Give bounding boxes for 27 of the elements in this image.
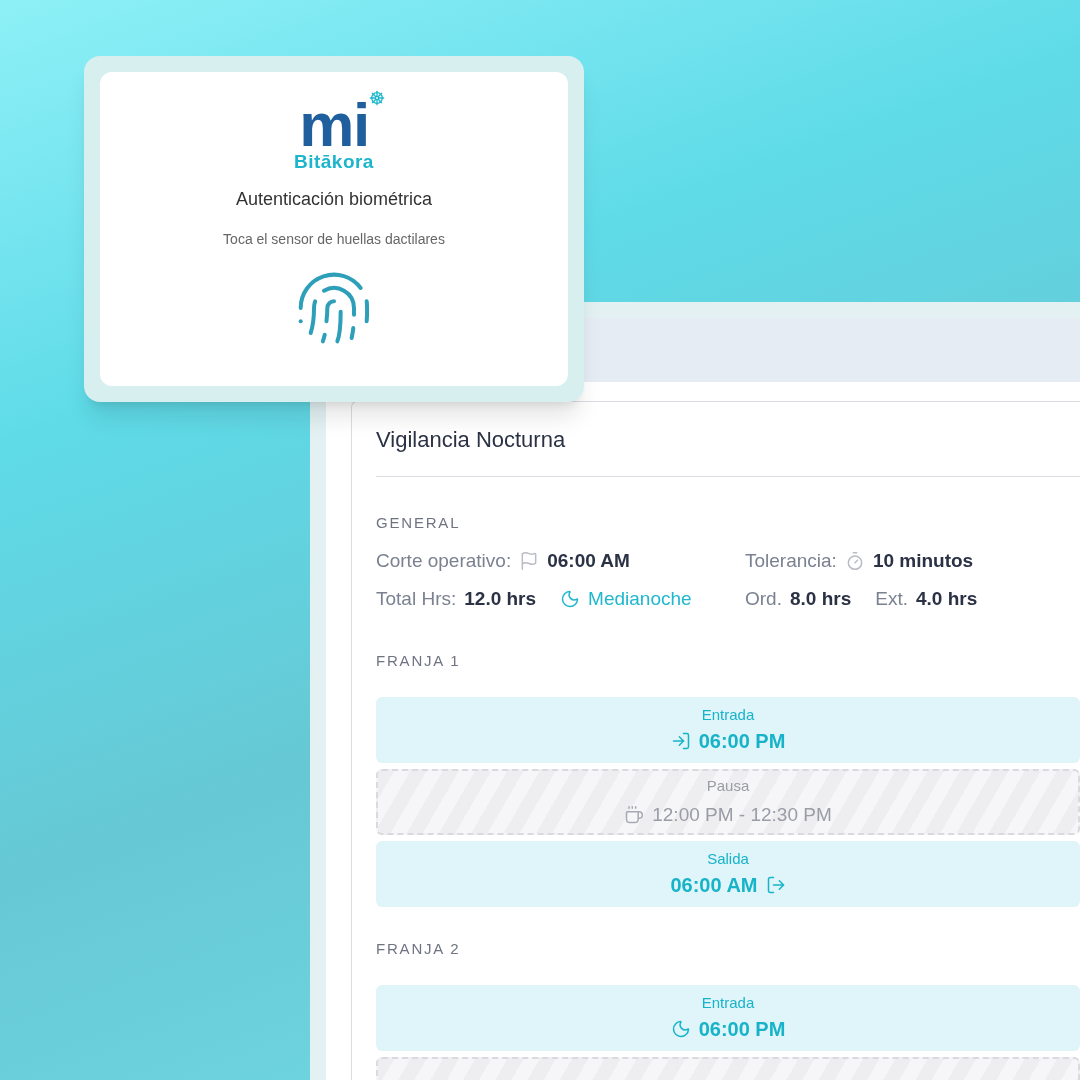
dialog-hint: Toca el sensor de huellas dactilares xyxy=(223,230,445,249)
segment-time: 12:00 PM - 12:30 PM xyxy=(652,803,832,827)
section-heading: FRANJA 2 xyxy=(376,940,461,957)
logo-name: Bitākora xyxy=(294,152,374,171)
dialog-title: Autenticación biométrica xyxy=(235,188,433,211)
section-heading: FRANJA 1 xyxy=(376,652,461,669)
section-heading: GENERAL xyxy=(376,514,461,531)
segment-label: Pausa xyxy=(706,775,750,796)
segment-label: Entrada xyxy=(701,704,755,725)
segment-label: Entrada xyxy=(701,992,755,1013)
card-title: Vigilancia Nocturna xyxy=(376,425,566,454)
field-value: 10 minutos xyxy=(872,549,974,573)
field-value: 06:00 AM xyxy=(547,549,630,573)
field-value: 12.0 hrs xyxy=(464,587,537,611)
field-label: Total Hrs: xyxy=(376,587,457,611)
field-label: Corte operativo: xyxy=(376,549,512,573)
segment-time: 06:00 PM xyxy=(698,729,786,755)
field-value: 8.0 hrs xyxy=(789,587,852,611)
field-value: Medianoche xyxy=(588,587,692,611)
segment-label: Salida xyxy=(707,848,749,869)
field-label: Ord. xyxy=(745,587,782,611)
logo-mark: mi xyxy=(299,100,369,150)
field-label: Ext. xyxy=(875,587,908,611)
field-value: 4.0 hrs xyxy=(915,587,978,611)
segment-time: 06:00 AM xyxy=(670,873,758,899)
field-label: Tolerancia: xyxy=(745,549,837,573)
segment-time: 06:00 PM xyxy=(698,1017,786,1043)
